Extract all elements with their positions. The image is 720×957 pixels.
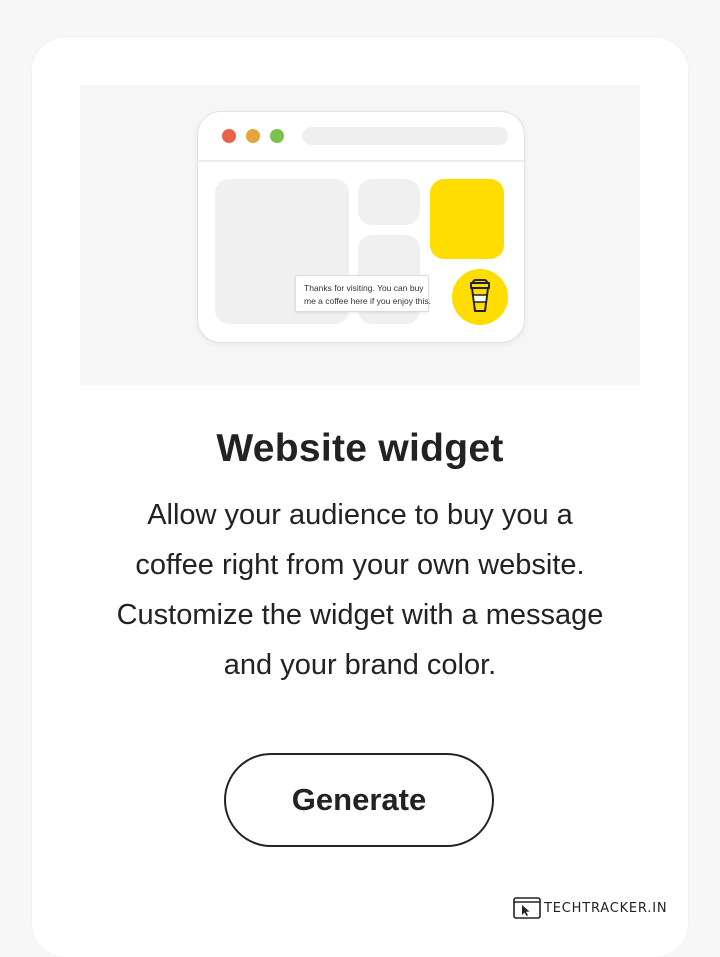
content-block-small-top [358,179,420,225]
coffee-cup-icon [470,279,490,312]
widget-illustration: Thanks for visiting. You can buy me a co… [80,85,640,385]
watermark-text: TECHTRACKER.IN [544,900,668,916]
watermark: TECHTRACKER.IN [513,896,667,920]
red-dot-icon [222,129,236,143]
coffee-widget-button [452,269,508,325]
browser-titlebar [198,112,524,162]
card-title: Website widget [216,427,504,470]
brand-color-block [430,179,504,259]
browser-cursor-icon [513,897,541,919]
tooltip-line: me a coffee here if you enjoy this. [304,296,431,306]
description-line: Customize the widget with a message [116,599,604,631]
generate-button[interactable]: Generate [224,753,494,847]
orange-dot-icon [246,129,260,143]
widget-message-tooltip: Thanks for visiting. You can buy me a co… [295,275,431,312]
card-description: Allow your audience to buy you a coffee … [72,490,648,690]
browser-mockup: Thanks for visiting. You can buy me a co… [197,111,525,343]
description-line: Allow your audience to buy you a [147,499,573,531]
description-line: coffee right from your own website. [135,549,585,581]
widget-card: Thanks for visiting. You can buy me a co… [32,37,688,957]
tooltip-line: Thanks for visiting. You can buy [304,283,424,293]
green-dot-icon [270,129,284,143]
url-bar [302,127,508,145]
description-line: and your brand color. [223,649,497,681]
